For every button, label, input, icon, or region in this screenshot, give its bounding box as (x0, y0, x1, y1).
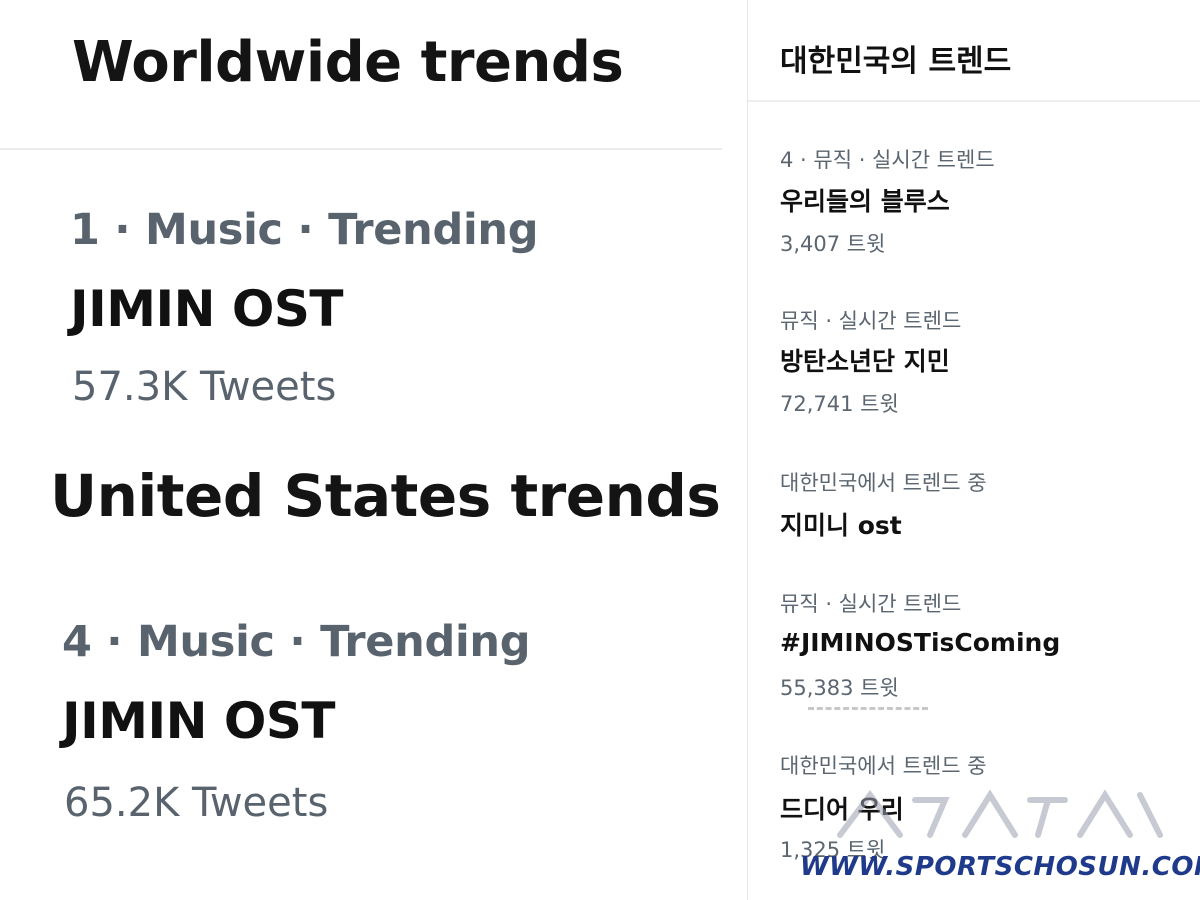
worldwide-trends-title: Worldwide trends (72, 30, 624, 95)
trend-name: JIMIN OST (62, 692, 335, 750)
crop-edge-artifact (808, 707, 928, 710)
trend-meta: 4 · Music · Trending (62, 617, 531, 667)
trend-tweet-count: 3,407 트윗 (780, 232, 886, 256)
trend-tweet-count: 65.2K Tweets (64, 780, 329, 826)
united-states-trends-title: United States trends (50, 462, 721, 530)
trend-meta: 4 · 뮤직 · 실시간 트렌드 (780, 148, 995, 172)
trend-tweet-count: 57.3K Tweets (72, 364, 337, 410)
divider (748, 100, 1200, 102)
trend-meta: 뮤직 · 실시간 트렌드 (780, 309, 962, 333)
divider (0, 148, 722, 150)
trend-tweet-count: 72,741 트윗 (780, 392, 899, 416)
korea-trends-panel: 대한민국의 트렌드 4 · 뮤직 · 실시간 트렌드 우리들의 블루스 3,40… (747, 0, 1200, 900)
trend-name: 지미니 ost (780, 511, 902, 540)
korea-trends-title: 대한민국의 트렌드 (780, 44, 1012, 79)
sportschosun-watermark-text: WWW.SPORTSCHOSUN.COM (800, 852, 1200, 882)
trend-meta: 대한민국에서 트렌드 중 (780, 471, 987, 495)
trend-tweet-count: 55,383 트윗 (780, 676, 899, 700)
worldwide-trends-panel: Worldwide trends 1 · Music · Trending JI… (0, 0, 722, 900)
trend-name: #JIMINOSTisComing (780, 628, 1061, 657)
trend-meta: 뮤직 · 실시간 트렌드 (780, 592, 962, 616)
trend-meta: 대한민국에서 트렌드 중 (780, 754, 987, 778)
trend-name: 우리들의 블루스 (780, 187, 950, 216)
trend-name: JIMIN OST (70, 280, 343, 338)
trend-meta: 1 · Music · Trending (70, 205, 539, 255)
sportschosun-logo-watermark (837, 789, 1163, 838)
trend-name: 방탄소년단 지민 (780, 347, 950, 376)
